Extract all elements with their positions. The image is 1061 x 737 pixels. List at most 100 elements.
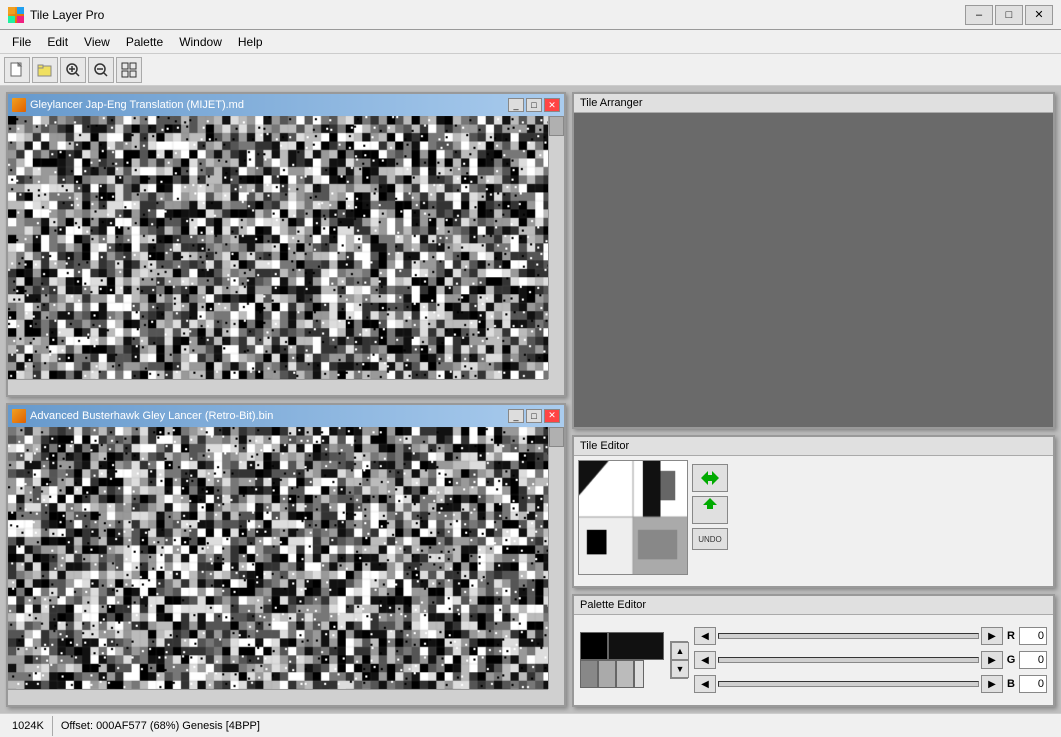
tile-window-2-canvas[interactable] [8, 427, 564, 706]
g-increment-button[interactable]: ▶ [981, 651, 1003, 669]
swatch-gray-3[interactable] [616, 660, 634, 688]
tile-window-2-icon [12, 409, 26, 423]
title-bar: Tile Layer Pro – □ ✕ [0, 0, 1061, 30]
swatch-gray-2[interactable] [598, 660, 616, 688]
right-panel: Tile Arranger Tile Editor [572, 92, 1055, 707]
menu-file[interactable]: File [4, 33, 39, 51]
palette-editor-titlebar: Palette Editor [574, 596, 1053, 615]
title-left: Tile Layer Pro [8, 7, 104, 23]
tile-arranger-body[interactable] [574, 113, 1053, 427]
new-button[interactable] [4, 57, 30, 83]
r-increment-button[interactable]: ▶ [981, 627, 1003, 645]
tile-window-2-titlebar: Advanced Busterhawk Gley Lancer (Retro-B… [8, 405, 564, 427]
main-area: Gleylancer Jap-Eng Translation (MIJET).m… [0, 86, 1061, 713]
tile-window-1-canvas[interactable] [8, 116, 564, 395]
tile-window-2-minimize[interactable]: _ [508, 409, 524, 423]
tile-window-2-maximize[interactable]: □ [526, 409, 542, 423]
tile-window-2-title: Advanced Busterhawk Gley Lancer (Retro-B… [30, 410, 273, 422]
rgb-row-g: ◀ ▶ G 0 [694, 649, 1047, 671]
palette-scroll-up[interactable]: ▲ [671, 642, 689, 660]
app-title: Tile Layer Pro [30, 8, 104, 22]
palette-swatches-left [580, 632, 664, 688]
palette-scroll-down[interactable]: ▼ [671, 660, 689, 678]
menu-palette[interactable]: Palette [118, 33, 171, 51]
palette-top-swatches [580, 632, 664, 660]
flip-vertical-button[interactable] [692, 496, 728, 524]
status-size: 1024K [4, 716, 53, 736]
scroll-thumb-2[interactable] [549, 427, 564, 447]
app-icon [8, 7, 24, 23]
r-value[interactable]: 0 [1019, 627, 1047, 645]
open-button[interactable] [32, 57, 58, 83]
menu-window[interactable]: Window [171, 33, 230, 51]
tile-window-2-hscroll[interactable] [8, 689, 548, 705]
palette-editor-title: Palette Editor [580, 599, 646, 611]
zoom-in-button[interactable] [60, 57, 86, 83]
tile-window-1-close[interactable]: ✕ [544, 98, 560, 112]
grid-button[interactable] [116, 57, 142, 83]
tile-window-1-icon [12, 98, 26, 112]
tile-editor-controls: UNDO [692, 460, 728, 582]
menu-help[interactable]: Help [230, 33, 271, 51]
palette-body: ▲ ▼ ◀ ▶ R 0 ◀ ▶ [574, 615, 1053, 705]
swatch-gray-1[interactable] [580, 660, 598, 688]
tile-window-1-maximize[interactable]: □ [526, 98, 542, 112]
palette-rgb-controls: ◀ ▶ R 0 ◀ ▶ G 0 ◀ [694, 625, 1047, 695]
tile-editor: Tile Editor [572, 435, 1055, 588]
swatch-black-2[interactable] [608, 632, 664, 660]
tile-editor-title: Tile Editor [580, 440, 629, 452]
tile-editor-draw-canvas[interactable] [579, 461, 687, 574]
tile-canvas-2 [8, 427, 564, 706]
zoom-out-button[interactable] [88, 57, 114, 83]
r-track[interactable] [718, 633, 979, 639]
tile-window-1-titlebar: Gleylancer Jap-Eng Translation (MIJET).m… [8, 94, 564, 116]
tile-window-2: Advanced Busterhawk Gley Lancer (Retro-B… [6, 403, 566, 708]
tile-editor-canvas[interactable] [578, 460, 688, 575]
tile-window-2-close[interactable]: ✕ [544, 409, 560, 423]
scroll-thumb-1[interactable] [549, 116, 564, 136]
tile-window-1-minimize[interactable]: _ [508, 98, 524, 112]
tile-arranger-titlebar: Tile Arranger [574, 94, 1053, 113]
r-decrement-button[interactable]: ◀ [694, 627, 716, 645]
tile-arranger-title: Tile Arranger [580, 97, 643, 109]
left-panel: Gleylancer Jap-Eng Translation (MIJET).m… [6, 92, 566, 707]
title-controls: – □ ✕ [965, 5, 1053, 25]
maximize-button[interactable]: □ [995, 5, 1023, 25]
tile-canvas-1 [8, 116, 564, 395]
palette-editor: Palette Editor [572, 594, 1055, 707]
palette-bottom-swatches [580, 660, 664, 688]
b-increment-button[interactable]: ▶ [981, 675, 1003, 693]
tile-window-1-title: Gleylancer Jap-Eng Translation (MIJET).m… [30, 99, 244, 111]
undo-button[interactable]: UNDO [692, 528, 728, 550]
menu-bar: File Edit View Palette Window Help [0, 30, 1061, 54]
tile-window-2-vscroll[interactable] [548, 427, 564, 690]
tile-window-1-hscroll[interactable] [8, 379, 548, 395]
palette-vscroll[interactable]: ▲ ▼ [670, 641, 688, 679]
scroll-corner-2 [548, 689, 564, 705]
tile-arranger: Tile Arranger [572, 92, 1055, 429]
rgb-row-r: ◀ ▶ R 0 [694, 625, 1047, 647]
b-track[interactable] [718, 681, 979, 687]
swatch-black-1[interactable] [580, 632, 608, 660]
b-label: B [1005, 678, 1017, 690]
g-track[interactable] [718, 657, 979, 663]
tile-editor-body: UNDO [574, 456, 1053, 586]
status-bar: 1024K Offset: 000AF577 (68%) Genesis [4B… [0, 713, 1061, 737]
flip-horizontal-button[interactable] [692, 464, 728, 492]
tile-editor-titlebar: Tile Editor [574, 437, 1053, 456]
menu-edit[interactable]: Edit [39, 33, 76, 51]
r-label: R [1005, 630, 1017, 642]
toolbar [0, 54, 1061, 86]
menu-view[interactable]: View [76, 33, 118, 51]
b-decrement-button[interactable]: ◀ [694, 675, 716, 693]
close-button[interactable]: ✕ [1025, 5, 1053, 25]
minimize-button[interactable]: – [965, 5, 993, 25]
tile-window-1: Gleylancer Jap-Eng Translation (MIJET).m… [6, 92, 566, 397]
g-decrement-button[interactable]: ◀ [694, 651, 716, 669]
status-offset: Offset: 000AF577 (68%) Genesis [4BPP] [53, 716, 268, 736]
swatch-gray-4[interactable] [634, 660, 644, 688]
g-value[interactable]: 0 [1019, 651, 1047, 669]
scroll-corner-1 [548, 379, 564, 395]
b-value[interactable]: 0 [1019, 675, 1047, 693]
tile-window-1-vscroll[interactable] [548, 116, 564, 379]
